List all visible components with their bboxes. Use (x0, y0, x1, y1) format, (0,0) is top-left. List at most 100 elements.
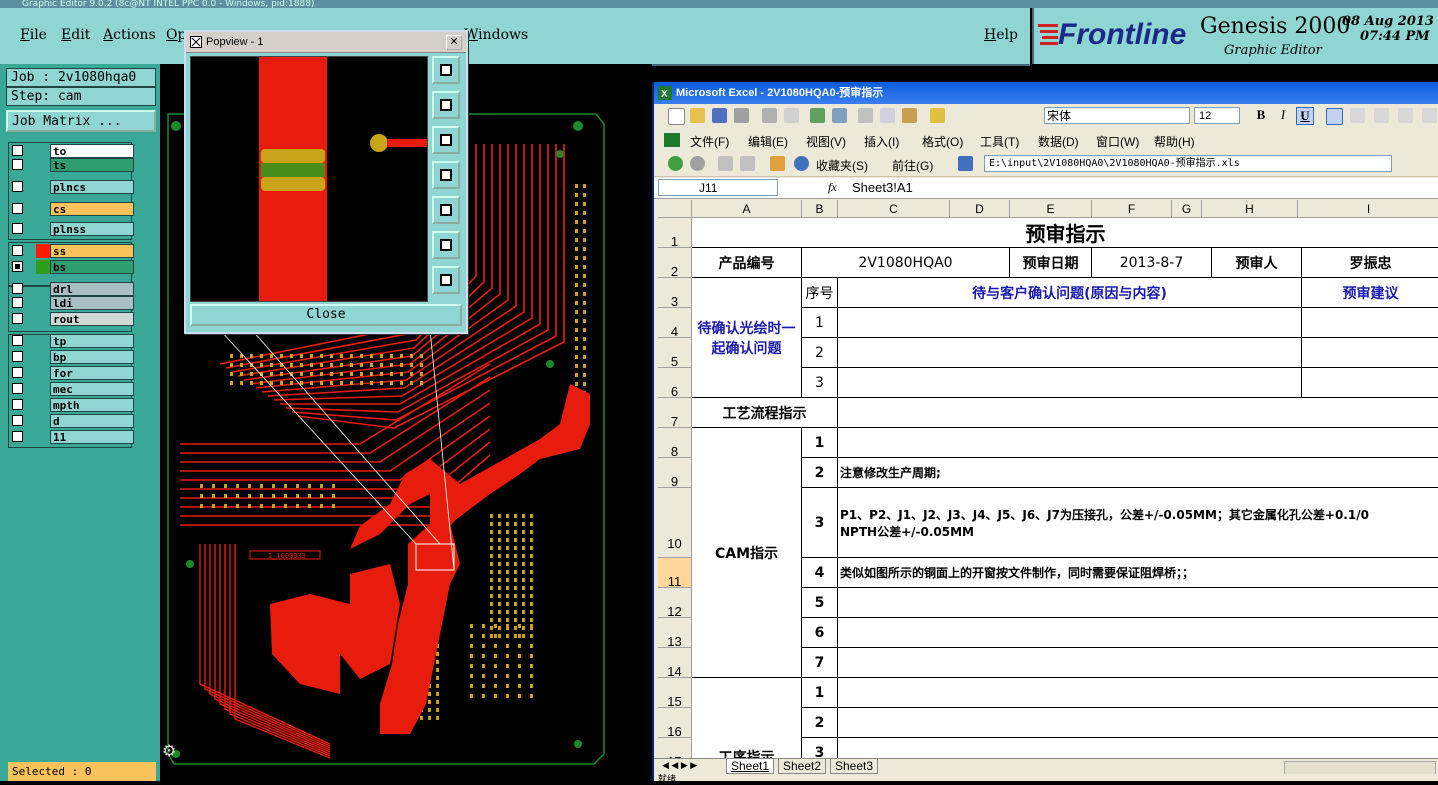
permission-icon[interactable] (734, 108, 749, 123)
layer-row-mec[interactable]: mec (8, 382, 134, 396)
layer-checkbox[interactable] (12, 383, 23, 394)
bold-button[interactable]: B (1252, 107, 1270, 125)
name-box[interactable]: J11 (658, 179, 778, 196)
layer-row-for[interactable]: for (8, 366, 134, 380)
refresh-icon[interactable] (740, 156, 755, 171)
layer-checkbox[interactable] (12, 261, 23, 272)
reviewer-cell[interactable]: 罗振忠 (1302, 248, 1438, 278)
column-header-E[interactable]: E (1010, 200, 1092, 218)
layer-row-cs[interactable]: cs (8, 202, 134, 216)
row-header-2[interactable]: 2 (658, 248, 692, 279)
popview-close-icon[interactable]: ✕ (446, 35, 462, 50)
zoom-in-button[interactable] (432, 56, 460, 84)
column-header-I[interactable]: I (1298, 200, 1438, 218)
layer-checkbox[interactable] (12, 335, 23, 346)
cam-seq-cell[interactable]: 7 (802, 648, 838, 678)
layer-checkbox[interactable] (12, 313, 23, 324)
cam-cell[interactable]: 类似如图所示的铜面上的开窗按文件制作，同时需要保证阻焊桥；； (838, 558, 1438, 588)
worksheet-grid[interactable]: ABCDEFGHI1234567891011121314151617预审指示产品… (658, 200, 1438, 760)
confirm-label-cell[interactable]: 待确认光绘时一起确认问题 (692, 278, 802, 398)
layer-checkbox[interactable] (12, 297, 23, 308)
process-seq-cell[interactable]: 3 (802, 738, 838, 760)
row-header-12[interactable]: 12 (658, 588, 692, 619)
cam-cell[interactable] (838, 648, 1438, 678)
sheet-title-cell[interactable]: 预审指示 (692, 218, 1438, 248)
process-cell[interactable] (838, 738, 1438, 760)
stop-icon[interactable] (718, 156, 733, 171)
issue-cell[interactable] (838, 368, 1302, 398)
row-header-17[interactable]: 17 (658, 738, 692, 760)
back-icon[interactable] (668, 156, 683, 171)
layer-checkbox[interactable] (12, 351, 23, 362)
goto-menu[interactable]: 前往(G) (892, 157, 933, 174)
layer-row-mpth[interactable]: mpth (8, 398, 134, 412)
layer-checkbox[interactable] (12, 367, 23, 378)
layer-checkbox[interactable] (12, 203, 23, 214)
column-header-F[interactable]: F (1092, 200, 1172, 218)
seq-cell[interactable]: 2 (802, 338, 838, 368)
currency-icon[interactable] (1422, 108, 1437, 123)
row-header-7[interactable]: 7 (658, 398, 692, 429)
review-date-label-cell[interactable]: 预审日期 (1010, 248, 1092, 278)
column-header-G[interactable]: G (1172, 200, 1202, 218)
cam-seq-cell[interactable]: 5 (802, 588, 838, 618)
layer-row-ts[interactable]: ts (8, 158, 134, 172)
pan-down-button[interactable] (432, 126, 460, 154)
row-header-15[interactable]: 15 (658, 678, 692, 709)
underline-button[interactable]: U (1296, 107, 1314, 125)
research-icon[interactable] (832, 108, 847, 123)
cam-cell[interactable] (838, 618, 1438, 648)
excel-menu-data[interactable]: 数据(D) (1038, 133, 1079, 150)
cam-cell[interactable] (838, 588, 1438, 618)
popview-title-bar[interactable]: Popview - 1 ✕ (186, 32, 466, 53)
layer-checkbox[interactable] (12, 283, 23, 294)
column-header-A[interactable]: A (692, 200, 802, 218)
menu-actions[interactable]: Actions (103, 27, 156, 43)
zoom-out-button[interactable] (432, 231, 460, 259)
process-label-cell[interactable]: 工序指示 (692, 678, 802, 760)
format-painter-icon[interactable] (930, 108, 945, 123)
cam-seq-cell[interactable]: 3 (802, 488, 838, 558)
suggest-header-cell[interactable]: 预审建议 (1302, 278, 1438, 308)
excel-menu-window[interactable]: 窗口(W) (1096, 133, 1139, 150)
process-seq-cell[interactable]: 1 (802, 678, 838, 708)
excel-menu-edit[interactable]: 编辑(E) (748, 133, 788, 150)
show-web-toolbar-icon[interactable] (958, 156, 973, 171)
align-right-icon[interactable] (1374, 108, 1389, 123)
row-header-10[interactable]: 10 (658, 488, 692, 558)
layer-row-d[interactable]: d (8, 414, 134, 428)
align-left-icon[interactable] (1326, 108, 1343, 125)
menu-help[interactable]: Help (984, 27, 1018, 43)
flow-cell[interactable] (838, 398, 1438, 428)
column-header-H[interactable]: H (1202, 200, 1298, 218)
tab-scroll-icon[interactable]: ◀ ◀ ▶ ▶ (662, 760, 697, 771)
issue-cell[interactable] (838, 338, 1302, 368)
layer-checkbox[interactable] (12, 181, 23, 192)
cam-label-cell[interactable]: CAM指示 (692, 428, 802, 678)
suggest-cell[interactable] (1302, 368, 1438, 398)
layer-checkbox[interactable] (12, 399, 23, 410)
font-name-select[interactable]: 宋体 (1044, 107, 1190, 124)
tab-sheet3[interactable]: Sheet3 (830, 759, 879, 774)
layer-checkbox[interactable] (12, 245, 23, 256)
product-no-cell[interactable]: 2V1080HQA0 (802, 248, 1010, 278)
cam-cell[interactable]: P1、P2、J1、J2、J3、J4、J5、J6、J7为压接孔，公差+/-0.05… (838, 488, 1438, 558)
layer-checkbox[interactable] (12, 159, 23, 170)
paste-icon[interactable] (902, 108, 917, 123)
layer-row-tp[interactable]: tp (8, 334, 134, 348)
function-icon[interactable]: fx (828, 180, 837, 195)
menu-edit[interactable]: Edit (61, 27, 90, 43)
layer-row-plncs[interactable]: plncs (8, 180, 134, 194)
cam-cell[interactable] (838, 428, 1438, 458)
layer-checkbox[interactable] (12, 431, 23, 442)
excel-menu-tools[interactable]: 工具(T) (980, 133, 1019, 150)
popview-canvas[interactable] (190, 56, 428, 302)
layer-row-ldi[interactable]: ldi (8, 296, 134, 310)
address-input[interactable]: E:\input\2V1080HQA0\2V1080HQA0-预审指示.xls (984, 155, 1392, 172)
horizontal-scrollbar[interactable] (1284, 761, 1436, 775)
layer-row-bs[interactable]: bs (8, 260, 134, 274)
fit-view-button[interactable] (432, 266, 460, 294)
copy-icon[interactable] (880, 108, 895, 123)
font-size-select[interactable]: 12 (1194, 107, 1240, 124)
issue-header-cell[interactable]: 待与客户确认问题(原因与内容) (838, 278, 1302, 308)
